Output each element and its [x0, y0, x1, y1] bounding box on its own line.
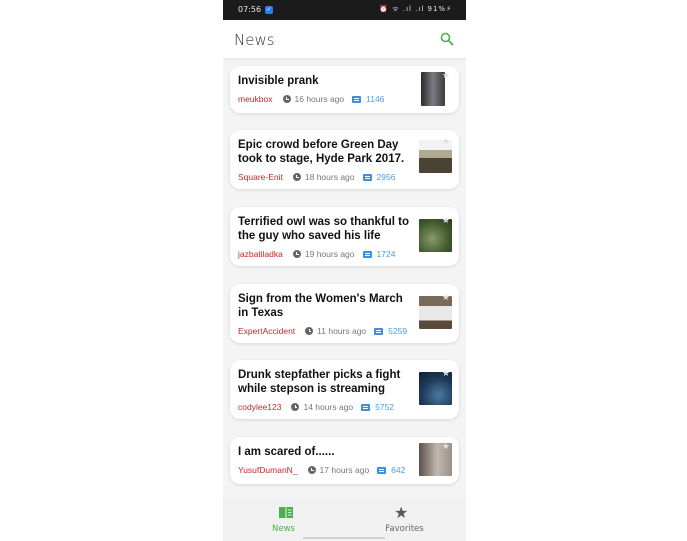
news-author[interactable]: ExpertAccident	[238, 326, 295, 336]
news-headline[interactable]: Sign from the Women's March in Texas	[238, 292, 416, 320]
search-icon[interactable]	[440, 32, 454, 46]
comment-icon	[352, 95, 362, 103]
news-meta: ExpertAccident 11 hours ago 5259	[238, 326, 407, 336]
comment-count[interactable]: 2956	[377, 172, 396, 182]
favorite-star-icon[interactable]: ★	[442, 136, 450, 147]
news-age: 14 hours ago	[303, 402, 354, 412]
news-card[interactable]: Epic crowd before Green Day took to stag…	[230, 130, 459, 189]
phone-screen: 07:56 ✓ ⏰ ᯤ .ıl .ıl 91%⚡ News Invisible …	[223, 0, 466, 541]
favorite-star-icon[interactable]: ★	[442, 292, 450, 303]
news-headline[interactable]: I am scared of......	[238, 445, 416, 459]
news-meta: meukbox 16 hours ago 1146	[238, 94, 384, 104]
news-age: 18 hours ago	[304, 172, 355, 182]
news-card[interactable]: Terrified owl was so thankful to the guy…	[230, 207, 459, 266]
news-meta: jazbatiladka 19 hours ago 1724	[238, 249, 395, 259]
news-headline[interactable]: Drunk stepfather picks a fight while ste…	[238, 368, 416, 396]
news-meta: codylee123 14 hours ago 5752	[238, 402, 394, 412]
clock-icon	[307, 466, 316, 474]
comment-icon	[362, 173, 372, 181]
news-headline[interactable]: Invisible prank	[238, 74, 416, 88]
app-bar: News	[223, 20, 466, 58]
favorite-star-icon[interactable]: ★	[442, 70, 450, 81]
news-author[interactable]: meukbox	[238, 94, 273, 104]
news-author[interactable]: YusufDumanN_	[238, 465, 298, 475]
comment-icon	[377, 466, 387, 474]
bottom-navigation: News ★ Favorites	[223, 498, 466, 541]
clock-icon	[282, 95, 291, 103]
news-card[interactable]: Drunk stepfather picks a fight while ste…	[230, 360, 459, 419]
page-title: News	[234, 31, 275, 49]
news-age: 16 hours ago	[294, 94, 345, 104]
news-age: 17 hours ago	[319, 465, 370, 475]
clock-icon	[292, 250, 301, 258]
news-author[interactable]: codylee123	[238, 402, 281, 412]
tab-news-label: News	[272, 524, 295, 534]
home-indicator[interactable]	[303, 537, 385, 539]
comment-icon	[361, 403, 371, 411]
news-author[interactable]: Square-Enit	[238, 172, 283, 182]
status-bar: 07:56 ✓ ⏰ ᯤ .ıl .ıl 91%⚡	[223, 0, 466, 20]
news-age: 11 hours ago	[317, 326, 367, 336]
comment-icon	[362, 250, 372, 258]
news-card[interactable]: Sign from the Women's March in Texas Exp…	[230, 284, 459, 343]
comment-count[interactable]: 1724	[377, 249, 396, 259]
news-meta: YusufDumanN_ 17 hours ago 642	[238, 465, 405, 475]
favorite-star-icon[interactable]: ★	[442, 368, 450, 379]
favorite-star-icon[interactable]: ★	[442, 215, 450, 226]
news-author[interactable]: jazbatiladka	[238, 249, 283, 259]
news-age: 19 hours ago	[304, 249, 355, 259]
comment-count[interactable]: 642	[391, 465, 405, 475]
tab-favorites[interactable]: ★ Favorites	[344, 498, 465, 541]
comment-count[interactable]: 1146	[366, 94, 384, 104]
comment-count[interactable]: 5752	[375, 402, 394, 412]
clock-icon	[305, 327, 314, 335]
comment-count[interactable]: 5259	[388, 326, 407, 336]
status-indicators: ⏰ ᯤ .ıl .ıl 91%⚡	[379, 5, 452, 13]
tab-favorites-label: Favorites	[385, 524, 424, 534]
news-headline[interactable]: Epic crowd before Green Day took to stag…	[238, 138, 416, 166]
favorite-star-icon[interactable]: ★	[442, 441, 450, 452]
tab-news[interactable]: News	[223, 498, 344, 541]
comment-icon	[374, 327, 384, 335]
news-card[interactable]: Invisible prank meukbox 16 hours ago 114…	[230, 66, 459, 113]
status-time: 07:56	[238, 5, 262, 14]
news-headline[interactable]: Terrified owl was so thankful to the guy…	[238, 215, 416, 243]
clock-icon	[291, 403, 300, 411]
star-icon: ★	[394, 505, 409, 522]
book-icon	[279, 507, 293, 518]
clock-icon	[292, 173, 301, 181]
notification-icon: ✓	[265, 6, 273, 14]
news-card[interactable]: I am scared of...... YusufDumanN_ 17 hou…	[230, 437, 459, 484]
news-meta: Square-Enit 18 hours ago 2956	[238, 172, 395, 182]
